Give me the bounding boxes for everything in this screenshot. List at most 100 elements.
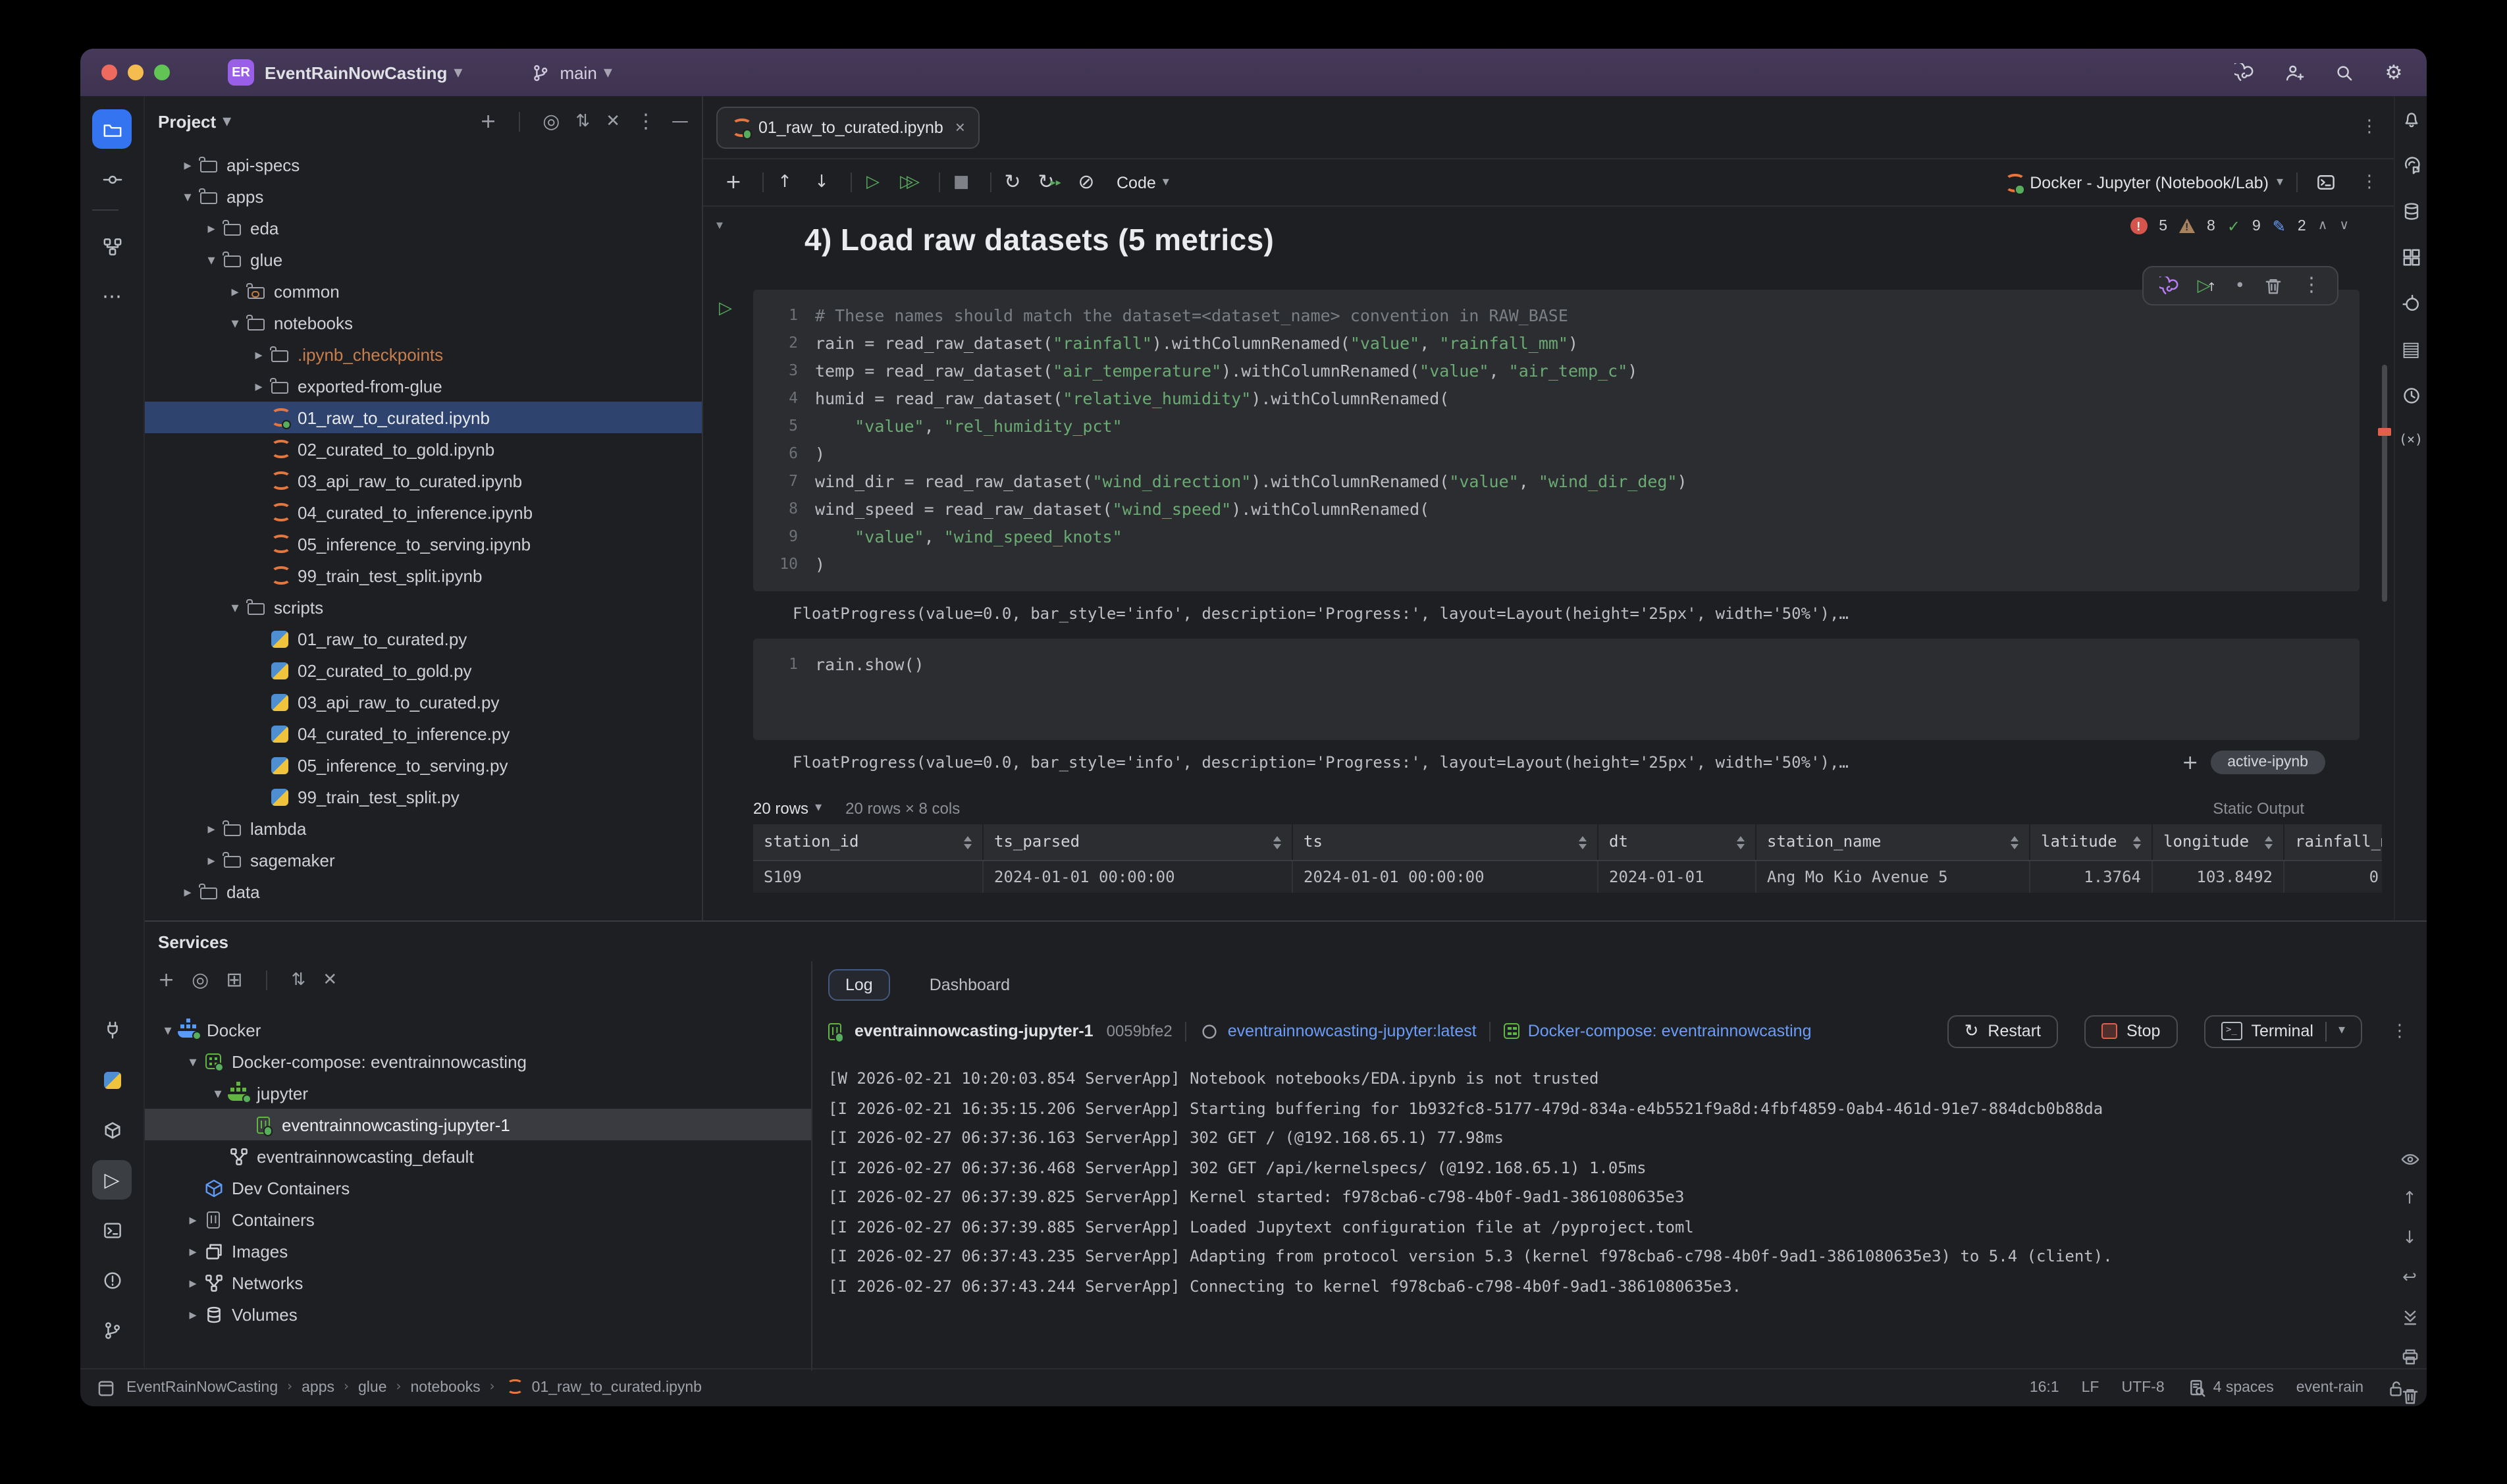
prev-problem-icon[interactable]: ∧	[2318, 219, 2328, 232]
bell-icon[interactable]	[2399, 107, 2423, 130]
down-icon[interactable]: ↓	[2398, 1227, 2421, 1250]
sort-icon[interactable]	[1571, 835, 1587, 849]
column-header[interactable]: ts	[1293, 824, 1598, 860]
column-header[interactable]: dt	[1598, 824, 1756, 860]
chevron-right-icon[interactable]: ▸	[183, 1307, 203, 1321]
collapse-x-icon[interactable]: ✕	[606, 113, 620, 130]
status-item[interactable]: 4 spaces	[2187, 1378, 2274, 1398]
tree-item[interactable]: ▸.ipynb_checkpoints	[145, 338, 702, 370]
target-icon[interactable]: ◎	[192, 970, 209, 990]
code-cell-2[interactable]: 1rain.show() + active-ipynb	[753, 639, 2360, 740]
tab-log[interactable]: Log	[828, 969, 890, 1001]
up-icon[interactable]: ↑	[2398, 1188, 2421, 1210]
kernel-selector[interactable]: Docker - Jupyter (Notebook/Lab) ▾	[2003, 173, 2283, 192]
terminal-button[interactable]: >_ Terminal ▾	[2204, 1015, 2362, 1047]
tree-item[interactable]: ▾Docker-compose: eventrainnowcasting	[145, 1046, 811, 1077]
tree-item[interactable]: ▾scripts	[145, 591, 702, 623]
plug-icon[interactable]	[92, 1010, 132, 1049]
tree-item[interactable]: 03_api_raw_to_curated.py	[145, 686, 702, 718]
tree-item[interactable]: 02_curated_to_gold.py	[145, 654, 702, 686]
user-add-icon[interactable]	[2282, 61, 2306, 84]
chevron-right-icon[interactable]: ▸	[183, 1244, 203, 1258]
chevron-right-icon[interactable]: ▸	[178, 884, 198, 899]
more-icon[interactable]: ⋯	[92, 277, 132, 316]
collapse-cell-icon[interactable]: ▾	[716, 220, 723, 233]
stop-icon[interactable]: ■	[947, 168, 976, 197]
sort-icon[interactable]	[1729, 835, 1745, 849]
chevron-right-icon[interactable]: ▸	[183, 1275, 203, 1290]
toolbar-kebab-icon[interactable]: ⋮	[2361, 174, 2378, 191]
restart-icon[interactable]: ↻	[998, 168, 1027, 197]
tree-item[interactable]: 99_train_test_split.ipynb	[145, 560, 702, 591]
chevron-down-icon[interactable]: ▾	[225, 315, 245, 330]
code-line[interactable]: 7wind_dir = read_raw_dataset("wind_direc…	[753, 467, 2360, 495]
close-window-button[interactable]	[101, 65, 117, 80]
code-line[interactable]: 10)	[753, 550, 2360, 578]
tree-item[interactable]: 03_api_raw_to_curated.ipynb	[145, 465, 702, 496]
tab-options-kebab-icon[interactable]: ⋮	[2361, 119, 2378, 136]
breadcrumb-item[interactable]: apps	[302, 1380, 334, 1396]
minimize-window-button[interactable]	[128, 65, 144, 80]
package-box-icon[interactable]	[92, 1110, 132, 1150]
chevron-right-icon[interactable]: ▸	[183, 1212, 203, 1227]
add-icon[interactable]: +	[158, 970, 174, 990]
chevron-down-icon[interactable]: ▾	[225, 600, 245, 614]
sort-icon[interactable]	[2125, 835, 2141, 849]
run-icon[interactable]: ▷	[858, 168, 887, 197]
eye-icon[interactable]	[2398, 1148, 2421, 1171]
code-line[interactable]: 3temp = read_raw_dataset("air_temperatur…	[753, 357, 2360, 384]
tree-item[interactable]: 05_inference_to_serving.py	[145, 749, 702, 781]
tree-item[interactable]: ▾jupyter	[145, 1077, 811, 1109]
column-header[interactable]: latitude	[2030, 824, 2153, 860]
database-icon[interactable]	[2399, 199, 2423, 223]
maximize-window-button[interactable]	[154, 65, 170, 80]
kebab-icon[interactable]: ⋮	[636, 111, 656, 131]
editor-tab[interactable]: 01_raw_to_curated.ipynb ×	[716, 106, 980, 148]
chevron-down-icon[interactable]: ▾	[178, 189, 198, 203]
tree-item[interactable]: ▾apps	[145, 180, 702, 212]
add-icon[interactable]: +	[480, 111, 496, 131]
tree-item[interactable]: ▾notebooks	[145, 307, 702, 338]
status-item[interactable]: event-rain	[2296, 1380, 2363, 1396]
code-line[interactable]: 6)	[753, 440, 2360, 467]
branch-icon[interactable]	[92, 1310, 132, 1350]
clear-outputs-icon[interactable]: ⊘	[1072, 168, 1101, 197]
project-selector[interactable]: ER EventRainNowCasting ▾	[228, 59, 462, 86]
branch-selector[interactable]: main ▾	[531, 63, 612, 82]
restart-button[interactable]: ↻ Restart	[1947, 1015, 2058, 1047]
services-icon[interactable]: ▷	[92, 1160, 132, 1200]
terminal-icon[interactable]	[92, 1210, 132, 1250]
tree-item[interactable]: 04_curated_to_inference.ipynb	[145, 496, 702, 528]
tree-item[interactable]: ▸Volumes	[145, 1298, 811, 1330]
structure-icon[interactable]	[92, 226, 132, 266]
commit-icon[interactable]	[92, 159, 132, 199]
tree-item[interactable]: ▾glue	[145, 244, 702, 275]
column-header[interactable]: longitude	[2153, 824, 2284, 860]
breadcrumb-item[interactable]: 01_raw_to_curated.ipynb	[532, 1380, 702, 1396]
trash-icon[interactable]	[2263, 276, 2283, 296]
tree-item[interactable]: eventrainnowcasting-jupyter-1	[145, 1109, 811, 1140]
tree-item[interactable]: 05_inference_to_serving.ipynb	[145, 528, 702, 560]
chevron-right-icon[interactable]: ▸	[201, 221, 221, 235]
chevron-right-icon[interactable]: ▸	[249, 379, 269, 393]
tree-item[interactable]: 01_raw_to_curated.py	[145, 623, 702, 654]
column-header[interactable]: rainfall_mm	[2284, 824, 2382, 860]
image-link[interactable]: eventrainnowcasting-jupyter:latest	[1228, 1022, 1477, 1040]
chevron-right-icon[interactable]: ▸	[201, 821, 221, 835]
ai-spiral-icon[interactable]	[2232, 61, 2256, 84]
scroll-end-icon[interactable]	[2398, 1306, 2421, 1329]
tree-item[interactable]: ▸Containers	[145, 1204, 811, 1235]
log-output[interactable]: [W 2026-02-21 10:20:03.854 ServerApp] No…	[812, 1053, 2427, 1371]
tab-dashboard[interactable]: Dashboard	[914, 970, 1026, 999]
sort-icon[interactable]	[1265, 835, 1281, 849]
dependencies-icon[interactable]	[2399, 245, 2423, 269]
target-icon[interactable]: ◎	[542, 111, 560, 131]
tree-item[interactable]: ▸sagemaker	[145, 844, 702, 876]
expand-icon[interactable]: ⇅	[575, 113, 590, 130]
breadcrumb-item[interactable]: EventRainNowCasting	[126, 1380, 278, 1396]
column-header[interactable]: station_id	[753, 824, 984, 860]
services-panel-title[interactable]: Services	[158, 932, 228, 951]
tree-item[interactable]: 01_raw_to_curated.ipynb	[145, 402, 702, 433]
project-panel-title[interactable]: Project	[158, 111, 216, 131]
code-line[interactable]: 5 "value", "rel_humidity_pct"	[753, 412, 2360, 440]
